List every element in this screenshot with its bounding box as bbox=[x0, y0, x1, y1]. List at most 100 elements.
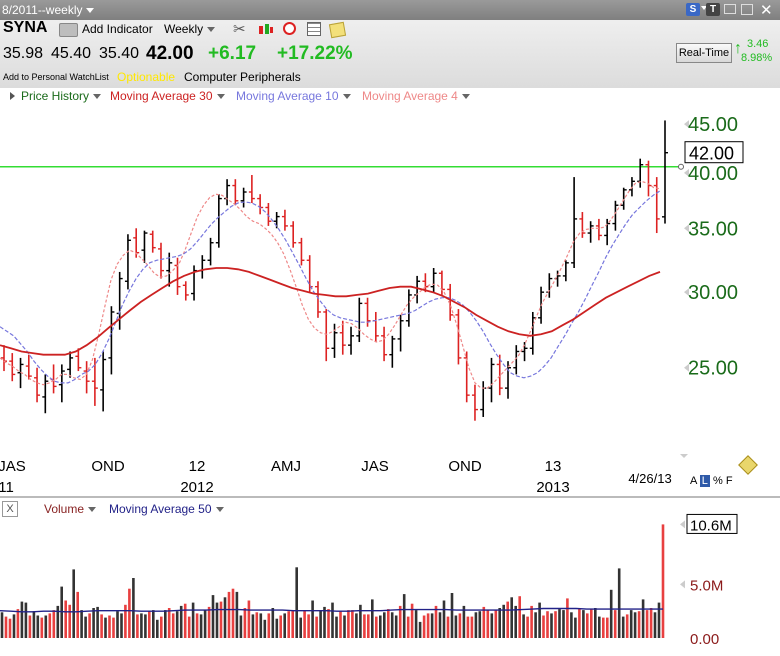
candlestick-icon[interactable] bbox=[258, 24, 274, 36]
price-bar bbox=[298, 237, 305, 266]
close-icon[interactable]: ✕ bbox=[760, 1, 773, 19]
volume-bar bbox=[331, 602, 334, 638]
volume-bar bbox=[255, 612, 259, 638]
period-bar bbox=[0, 0, 780, 20]
volume-bar bbox=[530, 605, 533, 638]
volume-bar bbox=[28, 615, 32, 638]
price-bar bbox=[149, 230, 156, 253]
volume-bar bbox=[315, 616, 318, 638]
volume-bar bbox=[582, 610, 585, 638]
volume-bar bbox=[303, 610, 306, 638]
tools-icon[interactable]: ✂ bbox=[233, 20, 246, 38]
volume-bar bbox=[645, 610, 649, 638]
volume-bar bbox=[343, 615, 346, 638]
volume-bar bbox=[490, 613, 494, 638]
volume-bar bbox=[478, 611, 482, 638]
y-tick-label: 30.00 bbox=[688, 282, 738, 304]
volume-bar bbox=[550, 613, 553, 638]
price-bar bbox=[356, 297, 363, 343]
volume-bar bbox=[215, 602, 219, 638]
legend-ma10[interactable]: Moving Average 10 bbox=[236, 89, 355, 103]
volume-bar bbox=[522, 614, 525, 638]
volume-tick-marker bbox=[680, 580, 685, 589]
volume-bar bbox=[68, 604, 71, 638]
volume-bar bbox=[160, 616, 163, 638]
volume-bar bbox=[44, 615, 48, 638]
scale-arithmetic[interactable]: A bbox=[690, 475, 697, 487]
volume-bar bbox=[637, 611, 641, 638]
legend-price-history[interactable]: Price History bbox=[21, 89, 105, 103]
x-year-label: 2013 bbox=[536, 479, 569, 496]
price-bar bbox=[389, 335, 396, 368]
price-bar bbox=[207, 237, 214, 266]
volume-bar bbox=[327, 609, 330, 638]
note-icon[interactable] bbox=[328, 21, 347, 39]
price-bar bbox=[1, 345, 7, 372]
volume-bar bbox=[96, 606, 99, 638]
volume-bar bbox=[104, 617, 107, 638]
legend-price-history-label: Price History bbox=[21, 89, 90, 103]
price-bar bbox=[232, 179, 239, 206]
price-bar bbox=[397, 314, 404, 352]
price-bar bbox=[224, 179, 231, 206]
volume-bar bbox=[486, 610, 490, 638]
price-bar bbox=[157, 242, 164, 279]
volume-bar bbox=[586, 613, 589, 638]
volume-bar bbox=[450, 593, 454, 638]
add-indicator-button[interactable]: Add Indicator bbox=[82, 22, 153, 36]
volume-bar bbox=[259, 613, 263, 638]
restore-icon[interactable] bbox=[741, 4, 753, 15]
toolbar-badge[interactable]: T bbox=[706, 3, 720, 16]
price-bar bbox=[562, 260, 569, 282]
volume-bar bbox=[375, 616, 378, 638]
streaming-badge[interactable]: S bbox=[686, 3, 700, 16]
scale-fit[interactable]: F bbox=[726, 475, 733, 487]
legend-ma30-label: Moving Average 30 bbox=[110, 89, 213, 103]
volume-chart[interactable]: 10.6M5.0M0.0010.6M bbox=[0, 498, 780, 656]
volume-bar bbox=[132, 578, 135, 638]
volume-bar bbox=[144, 614, 147, 638]
volume-bar bbox=[112, 617, 115, 638]
volume-bar bbox=[506, 601, 509, 638]
volume-bar bbox=[64, 600, 67, 638]
expand-icon[interactable] bbox=[10, 92, 15, 100]
volume-bar bbox=[574, 617, 577, 638]
volume-bar bbox=[339, 611, 342, 638]
volume-bar bbox=[72, 569, 75, 638]
calculator-icon[interactable] bbox=[307, 22, 321, 36]
last-price: 42.00 bbox=[146, 43, 194, 64]
volume-bar bbox=[203, 610, 207, 638]
volume-bar bbox=[355, 613, 358, 638]
scale-log[interactable]: L bbox=[699, 475, 710, 487]
legend-ma4-label: Moving Average 4 bbox=[362, 89, 458, 103]
realtime-change-pct: 8.98% bbox=[741, 52, 773, 64]
period-selector[interactable]: 8/2011--weekly bbox=[2, 3, 98, 17]
scale-percent[interactable]: % bbox=[713, 475, 723, 487]
alarm-icon[interactable] bbox=[283, 22, 296, 35]
interval-selector[interactable]: Weekly bbox=[164, 22, 219, 36]
price-bar bbox=[438, 270, 445, 295]
legend-ma30-dropdown-icon bbox=[216, 93, 225, 99]
volume-bar bbox=[498, 608, 501, 638]
legend-ma4[interactable]: Moving Average 4 bbox=[362, 89, 474, 103]
volume-bar bbox=[20, 601, 24, 638]
realtime-button[interactable]: Real-Time bbox=[676, 43, 732, 63]
price-bar bbox=[182, 281, 189, 301]
y-tick-label: 40.00 bbox=[688, 163, 738, 185]
volume-bar bbox=[12, 614, 16, 638]
print-icon[interactable] bbox=[59, 23, 78, 37]
price-chart[interactable]: 25.00 30.00 35.00 40.00 45.00 42.00 bbox=[0, 105, 780, 495]
price-bar bbox=[637, 158, 644, 188]
volume-bar bbox=[554, 611, 557, 638]
volume-bar bbox=[426, 613, 430, 638]
volume-bar bbox=[108, 615, 111, 638]
volume-bar bbox=[418, 621, 422, 638]
legend-ma30[interactable]: Moving Average 30 bbox=[110, 89, 229, 103]
volume-bar bbox=[32, 611, 36, 638]
watchlist-link[interactable]: Add to Personal WatchList bbox=[3, 72, 109, 82]
volume-bar bbox=[80, 610, 83, 638]
low-price: 35.40 bbox=[99, 45, 140, 62]
minimize-icon[interactable] bbox=[724, 4, 736, 14]
price-bar bbox=[571, 177, 578, 269]
volume-bar bbox=[84, 616, 87, 638]
